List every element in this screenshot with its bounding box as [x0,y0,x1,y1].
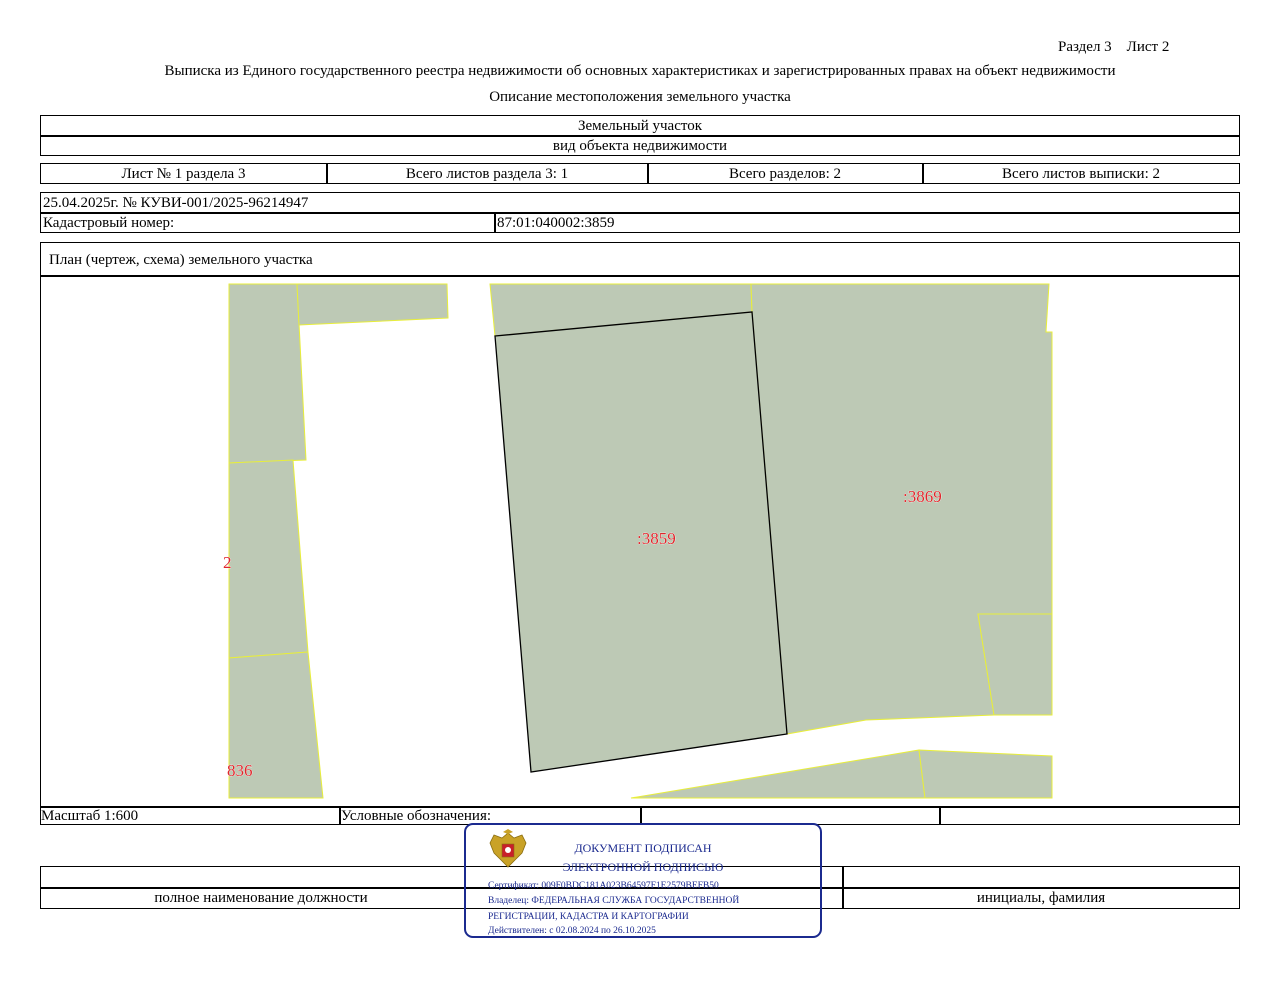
neighbor-parcel [630,749,926,799]
parcel-label-partial: 2 [223,553,232,572]
parcel-label-836: 836 [227,761,253,780]
neighbor-parcel [228,459,309,659]
scale-label: Масштаб 1:600 [41,808,139,824]
object-type: Земельный участок [577,118,703,134]
record-date-number: 25.04.2025г. № КУВИ-001/2025-96214947 [43,195,309,211]
cadastral-label: Кадастровый номер: [43,215,175,231]
parcel-label-3859: :3859 [637,529,676,548]
neighbor-parcel [296,283,449,326]
total-sections: Всего разделов: 2 [728,166,842,182]
stamp-certificate: Сертификат: 009F0BDC181A023B64597F1E2579… [488,881,719,891]
position-caption: полное наименование должности [154,890,368,906]
cadastral-value: 87:01:040002:3859 [497,215,615,231]
stamp-owner2: РЕГИСТРАЦИИ, КАДАСТРА И КАРТОГРАФИИ [488,912,689,922]
plan-drawing: :3859 :3869 2 836 [223,283,1053,799]
stamp-owner: Владелец: ФЕДЕРАЛЬНАЯ СЛУЖБА ГОСУДАРСТВЕ… [488,896,740,906]
neighbor-parcel [918,749,1053,799]
e-signature-stamp: ДОКУМЕНТ ПОДПИСАН ЭЛЕКТРОННОЙ ПОДПИСЬЮ С… [464,823,822,938]
neighbor-parcel [228,283,307,464]
parcel-label-3869: :3869 [903,487,942,506]
record-table: 25.04.2025г. № КУВИ-001/2025-96214947 Ка… [40,192,1240,233]
object-type-caption: вид объекта недвижимости [552,138,728,154]
name-caption: инициалы, фамилия [976,890,1106,906]
legend-label: Условные обозначения: [341,808,492,824]
object-type-table: Земельный участок вид объекта недвижимос… [40,115,1240,156]
section-sheet-label: Раздел 3 Лист 2 [1058,39,1170,55]
document-subtitle: Описание местоположения земельного участ… [489,89,791,105]
document-title: Выписка из Единого государственного реес… [164,63,1116,79]
sheet-info-row: Лист № 1 раздела 3 Всего листов раздела … [40,163,1240,184]
total-sheets: Всего листов выписки: 2 [1002,166,1160,182]
sheet-number: Лист № 1 раздела 3 [121,166,246,182]
stamp-line1: ДОКУМЕНТ ПОДПИСАН [574,841,712,855]
stamp-line2: ЭЛЕКТРОННОЙ ПОДПИСЬЮ [562,860,724,874]
total-sheets-section: Всего листов раздела 3: 1 [405,166,569,182]
stamp-validity: Действителен: с 02.08.2024 по 26.10.2025 [488,926,656,936]
plan-title: План (чертеж, схема) земельного участка [49,252,313,268]
